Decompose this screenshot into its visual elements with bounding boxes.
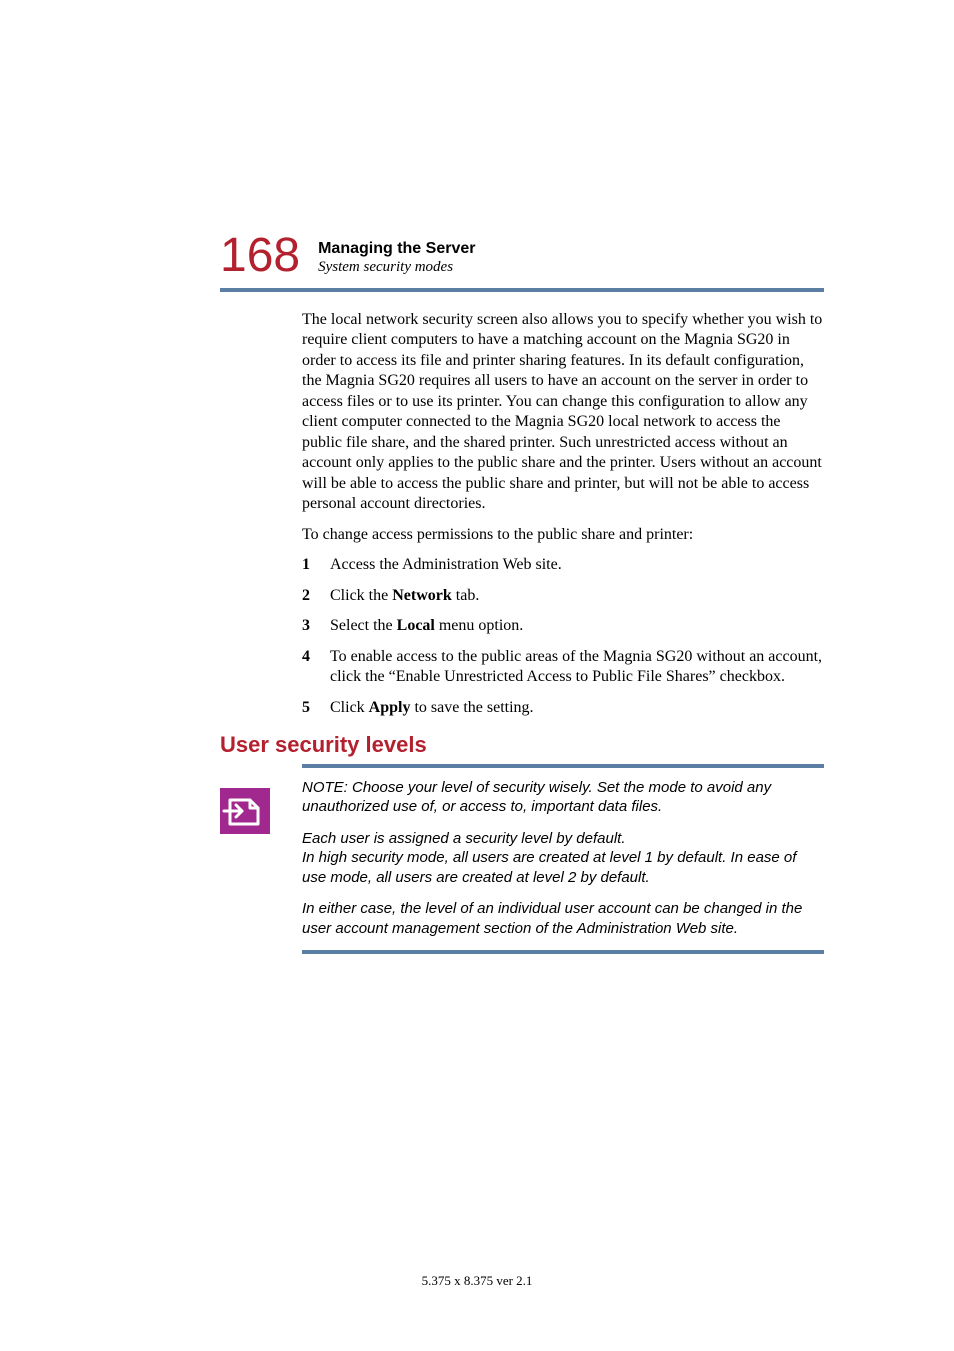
step-suffix: tab. <box>452 587 480 604</box>
step-text: To enable access to the public areas of … <box>330 647 824 688</box>
chapter-title: Managing the Server <box>318 240 475 258</box>
step-prefix: Click <box>330 699 369 716</box>
body-paragraph: The local network security screen also a… <box>302 310 824 515</box>
step-text: Click Apply to save the setting. <box>330 698 534 718</box>
step-number: 1 <box>302 555 314 575</box>
step-item: 5 Click Apply to save the setting. <box>302 698 824 718</box>
step-suffix: menu option. <box>435 617 523 634</box>
step-bold: Local <box>397 617 435 634</box>
step-item: 4 To enable access to the public areas o… <box>302 647 824 688</box>
body-column: The local network security screen also a… <box>220 310 824 954</box>
step-text: Click the Network tab. <box>330 586 479 606</box>
step-bold: Network <box>392 587 452 604</box>
step-number: 2 <box>302 586 314 606</box>
step-number: 4 <box>302 647 314 688</box>
step-number: 3 <box>302 616 314 636</box>
note-line: In high security mode, all users are cre… <box>302 849 796 886</box>
section-subtitle: System security modes <box>318 259 475 276</box>
note-icon <box>220 788 270 834</box>
page-number: 168 <box>220 232 300 280</box>
running-header: 168 Managing the Server System security … <box>220 232 824 280</box>
step-prefix: Click the <box>330 587 392 604</box>
page-container: 168 Managing the Server System security … <box>0 0 954 954</box>
page-footer: 5.375 x 8.375 ver 2.1 <box>0 1273 954 1289</box>
note-paragraph: In either case, the level of an individu… <box>302 899 824 938</box>
step-item: 1 Access the Administration Web site. <box>302 555 824 575</box>
step-number: 5 <box>302 698 314 718</box>
header-titles: Managing the Server System security mode… <box>318 240 475 280</box>
step-text: Access the Administration Web site. <box>330 555 562 575</box>
step-item: 2 Click the Network tab. <box>302 586 824 606</box>
note-line: Each user is assigned a security level b… <box>302 830 626 847</box>
note-block: NOTE: Choose your level of security wise… <box>302 778 824 939</box>
note-paragraph: Each user is assigned a security level b… <box>302 829 824 888</box>
steps-list: 1 Access the Administration Web site. 2 … <box>302 555 824 718</box>
note-rule-bottom-bold <box>302 951 824 954</box>
header-rule-thin <box>220 291 824 292</box>
step-suffix: to save the setting. <box>410 699 533 716</box>
note-paragraph: NOTE: Choose your level of security wise… <box>302 778 824 817</box>
step-bold: Apply <box>369 699 411 716</box>
note-text: NOTE: Choose your level of security wise… <box>302 778 824 939</box>
step-item: 3 Select the Local menu option. <box>302 616 824 636</box>
step-prefix: Select the <box>330 617 397 634</box>
step-text: Select the Local menu option. <box>330 616 523 636</box>
body-paragraph: To change access permissions to the publ… <box>302 525 824 545</box>
note-rule-top-thin <box>302 767 824 768</box>
section-heading: User security levels <box>220 732 824 758</box>
